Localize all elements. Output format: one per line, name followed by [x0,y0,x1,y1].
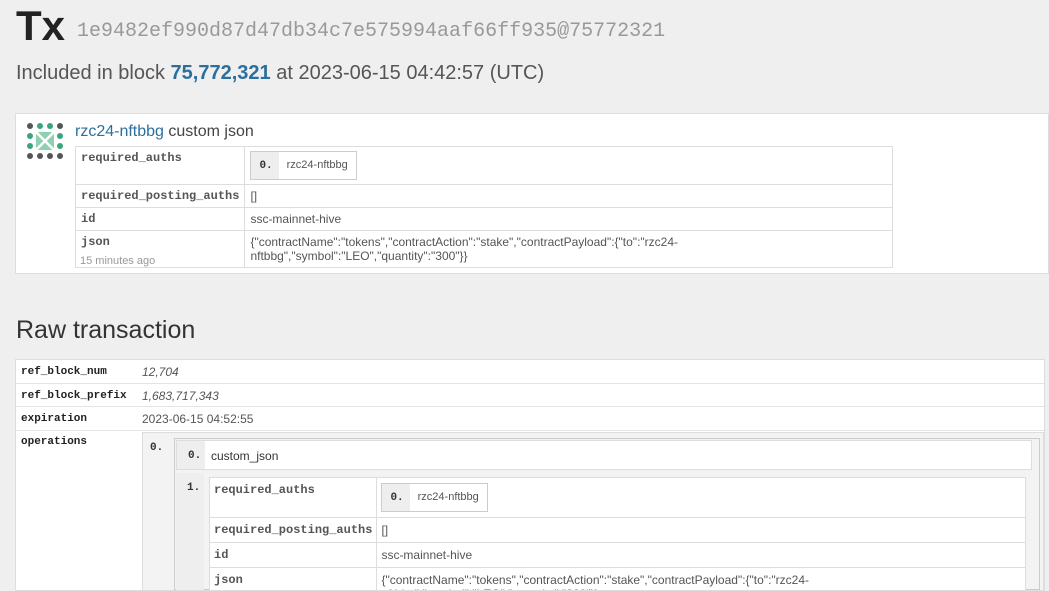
param-key: required_auths [74,146,246,185]
block-info-suffix: at 2023-06-15 04:42:57 (UTC) [276,62,545,84]
raw-row-expiration: expiration 2023-06-15 04:52:55 [16,407,1044,431]
auth-list-item: 0. rzc24-nftbbg [381,483,488,512]
param-key: required_posting_auths [74,184,246,208]
operation-type-row: 0. custom_json [176,440,1032,470]
list-index: 1. [176,473,204,590]
list-index: 0. [251,152,279,179]
param-value: ssc-mainnet-hive [244,207,893,231]
auth-account[interactable]: rzc24-nftbbg [409,484,487,511]
auth-account[interactable]: rzc24-nftbbg [278,152,356,179]
block-info-prefix: Included in block [16,62,165,84]
param-row-required-auths: required_auths 0. rzc24-nftbbg [208,477,1026,518]
operation-type: custom json [168,123,254,140]
time-ago: 15 minutes ago [80,255,156,267]
avatar-icon[interactable] [26,122,64,160]
raw-key: operations [21,436,88,448]
param-row-json: json {"contractName":"tokens","contractA… [208,567,1026,590]
list-index: 0. [150,442,164,454]
tx-hash[interactable]: 1e9482ef990d87d47db34c7e575994aaf66ff935… [77,20,665,43]
auth-list-item: 0. rzc24-nftbbg [250,151,357,180]
param-value: [] [244,184,893,208]
operations-list: 0. 0. custom_json 1. required_auths 0. r… [142,432,1044,590]
raw-key: expiration [21,413,88,425]
raw-row-ref-block-prefix: ref_block_prefix 1,683,717,343 [16,384,1044,407]
list-index: 0. [177,441,205,469]
block-info: Included in block 75,772,321 at 2023-06-… [16,62,544,85]
param-row-required-auths: required_auths 0. rzc24-nftbbg [74,146,893,185]
param-key: id [74,207,246,231]
raw-value: 2023-06-15 04:52:55 [142,412,254,426]
operation-item: 0. custom_json 1. required_auths 0. rzc2… [174,438,1040,590]
operation-card: rzc24-nftbbg custom json required_auths … [15,113,1049,274]
param-key: required_posting_auths [208,517,378,543]
raw-value: 1,683,717,343 [142,389,219,403]
raw-key: ref_block_num [21,366,107,378]
block-number-link[interactable]: 75,772,321 [171,62,271,84]
param-key: required_auths [208,477,378,518]
account-link[interactable]: rzc24-nftbbg [75,123,164,140]
list-index: 0. [382,484,410,511]
param-value: {"contractName":"tokens","contractAction… [244,230,893,268]
param-row-id: id ssc-mainnet-hive [208,542,1026,568]
param-value: [] [376,517,1026,543]
raw-row-ref-block-num: ref_block_num 12,704 [16,360,1044,384]
page-title: Tx [16,2,66,49]
param-row-json: json {"contractName":"tokens","contractA… [74,230,893,268]
param-key: json [208,567,378,590]
operation-type-value: custom_json [211,449,279,463]
raw-key: ref_block_prefix [21,390,127,402]
param-row-id: id ssc-mainnet-hive [74,207,893,231]
raw-value: 12,704 [142,365,179,379]
param-value: {"contractName":"tokens","contractAction… [376,567,1026,590]
param-key: id [208,542,378,568]
param-row-required-posting-auths: required_posting_auths [] [208,517,1026,543]
operation-params-table: required_auths 0. rzc24-nftbbg required_… [208,477,1026,590]
param-row-required-posting-auths: required_posting_auths [] [74,184,893,208]
param-value: ssc-mainnet-hive [376,542,1026,568]
raw-transaction-table: ref_block_num 12,704 ref_block_prefix 1,… [15,359,1045,591]
operation-title: rzc24-nftbbg custom json [75,123,254,141]
raw-transaction-heading: Raw transaction [16,316,196,344]
operation-params-table: required_auths 0. rzc24-nftbbg required_… [74,146,893,268]
operation-params-row: 1. required_auths 0. rzc24-nftbbg requir… [176,473,1032,590]
